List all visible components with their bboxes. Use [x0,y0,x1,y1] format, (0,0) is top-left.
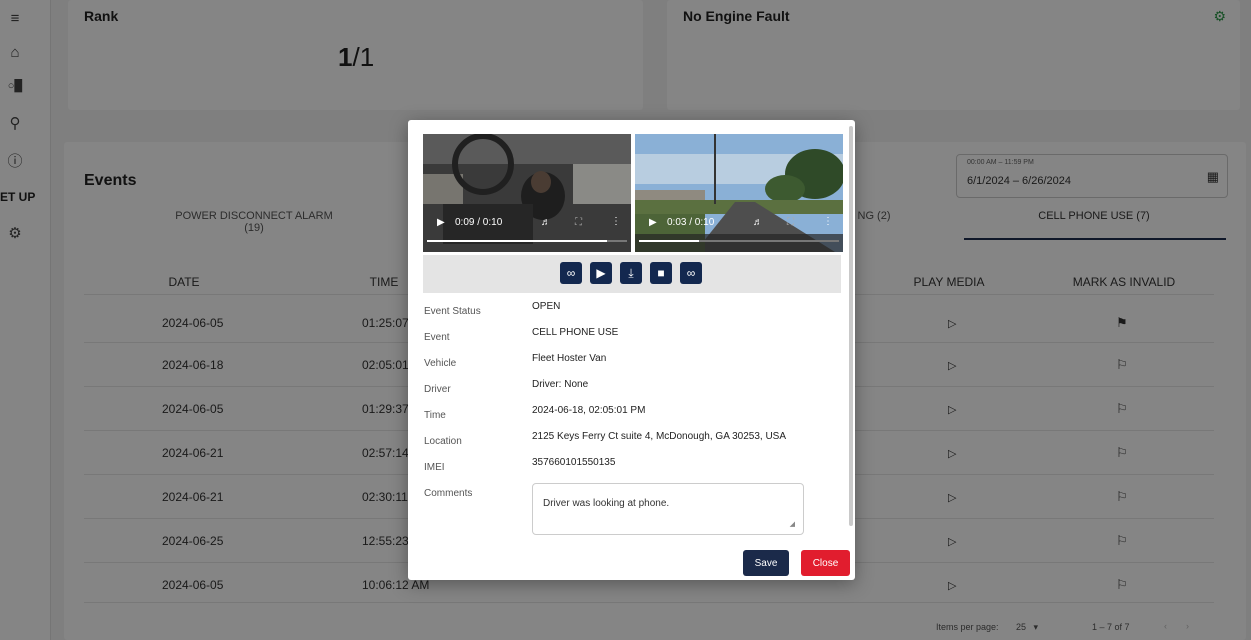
more-options-icon[interactable]: ⋮ [611,216,621,227]
link-icon[interactable]: ∞ [680,262,702,284]
road-video-time: 0:03 / 0:10 [667,217,715,228]
field-label-event-status: Event Status [424,306,481,317]
road-video-player[interactable]: ▶ 0:03 / 0:10 ♬ ⛶ ⋮ [635,134,843,252]
field-label-event: Event [424,332,450,343]
volume-icon[interactable]: ♬ [541,217,551,228]
cabin-video-player[interactable]: ▶ 0:09 / 0:10 ♬ ⛶ ⋮ [423,134,631,252]
play-icon[interactable]: ▶ [649,217,657,228]
field-value-driver: Driver: None [532,379,589,390]
field-label-comments: Comments [424,488,473,499]
modal-scrollbar[interactable] [849,126,853,526]
road-video-progress-fill [639,240,699,242]
cabin-video-progress-fill [427,240,607,242]
cabin-video-controls: ▶ 0:09 / 0:10 ♬ ⛶ ⋮ [423,214,631,234]
road-video-controls: ▶ 0:03 / 0:10 ♬ ⛶ ⋮ [635,214,843,234]
cabin-video-time: 0:09 / 0:10 [455,217,503,228]
road-video-progress[interactable] [639,240,839,242]
field-value-imei: 357660101550135 [532,457,616,468]
link-icon[interactable]: ∞ [560,262,582,284]
field-label-imei: IMEI [424,462,445,473]
play-icon[interactable]: ▶ [590,262,612,284]
save-button[interactable]: Save [743,550,789,576]
more-options-icon[interactable]: ⋮ [823,216,833,227]
field-value-location: 2125 Keys Ferry Ct suite 4, McDonough, G… [532,431,787,442]
play-icon[interactable]: ▶ [437,217,445,228]
field-label-location: Location [424,436,462,447]
stop-icon[interactable]: ■ [650,262,672,284]
field-value-vehicle: Fleet Hoster Van [532,353,607,364]
cabin-video-frame [423,134,631,252]
fullscreen-icon[interactable]: ⛶ [787,217,794,228]
field-label-time: Time [424,410,446,421]
comments-text: Driver was looking at phone. [543,498,670,509]
field-label-vehicle: Vehicle [424,358,457,369]
field-label-driver: Driver [424,384,451,395]
download-icon[interactable]: ⤓ [620,262,642,284]
fullscreen-icon[interactable]: ⛶ [575,217,582,228]
road-video-frame [635,134,843,252]
field-value-event: CELL PHONE USE [532,327,619,338]
resize-handle-icon[interactable]: ◢ [790,520,795,528]
close-button[interactable]: Close [801,550,850,576]
media-toolbar: ∞ ▶ ⤓ ■ ∞ [423,255,841,293]
field-value-event-status: OPEN [532,301,561,312]
volume-icon[interactable]: ♬ [753,217,763,228]
event-detail-modal: ▶ 0:09 / 0:10 ♬ ⛶ ⋮ ▶ 0:03 / 0:10 ♬ ⛶ ⋮ [408,120,855,580]
field-value-time: 2024-06-18, 02:05:01 PM [532,405,646,416]
comments-textarea[interactable]: Driver was looking at phone. ◢ [532,483,804,535]
cabin-video-progress[interactable] [427,240,627,242]
